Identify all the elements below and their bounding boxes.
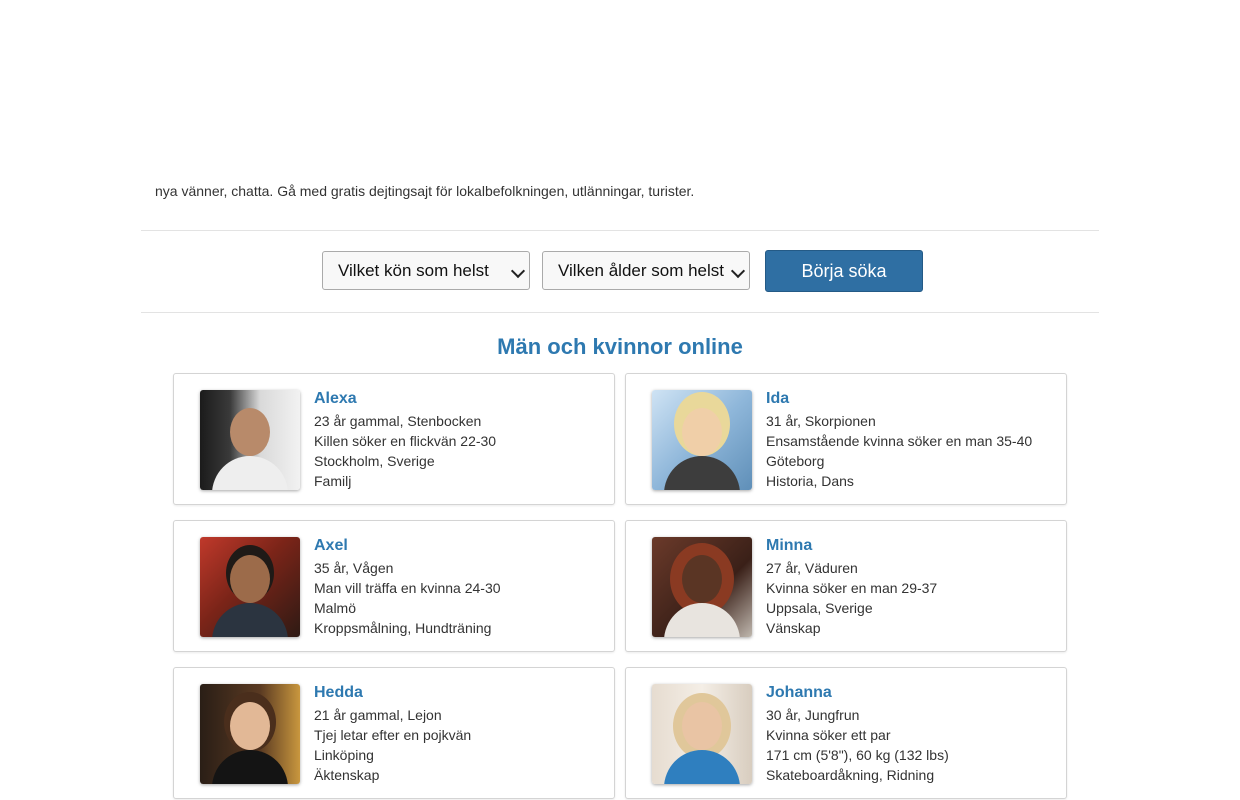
- age-select[interactable]: Vilken ålder som helst: [542, 251, 750, 290]
- profile-location: Stockholm, Sverige: [314, 453, 435, 469]
- profile-interests: Familj: [314, 473, 352, 489]
- chevron-down-icon: [730, 263, 746, 279]
- profile-card[interactable]: Ida 31 år, Skorpionen Ensamstående kvinn…: [625, 373, 1067, 505]
- gender-select[interactable]: Vilket kön som helst: [322, 251, 530, 290]
- profile-card[interactable]: Johanna 30 år, Jungfrun Kvinna söker ett…: [625, 667, 1067, 799]
- profile-location: Malmö: [314, 600, 357, 616]
- profile-name[interactable]: Ida: [766, 389, 1056, 409]
- profile-card[interactable]: Axel 35 år, Vågen Man vill träffa en kvi…: [173, 520, 615, 652]
- profile-location: Uppsala, Sverige: [766, 600, 873, 616]
- profile-photo[interactable]: [652, 684, 752, 784]
- start-search-button[interactable]: Börja söka: [765, 250, 923, 292]
- profile-location: 171 cm (5'8"), 60 kg (132 lbs): [766, 747, 949, 763]
- profile-photo[interactable]: [200, 537, 300, 637]
- profile-photo[interactable]: [652, 537, 752, 637]
- profile-photo[interactable]: [652, 390, 752, 490]
- chevron-down-icon: [510, 263, 526, 279]
- profile-age-sign: 31 år, Skorpionen: [766, 413, 876, 429]
- profile-location: Linköping: [314, 747, 374, 763]
- profile-card[interactable]: Minna 27 år, Väduren Kvinna söker en man…: [625, 520, 1067, 652]
- profile-photo[interactable]: [200, 684, 300, 784]
- gender-select-value: Vilket kön som helst: [338, 261, 489, 280]
- profile-interests: Historia, Dans: [766, 473, 854, 489]
- divider-bottom: [141, 312, 1099, 313]
- profile-seeking: Kvinna söker ett par: [766, 727, 891, 743]
- profile-interests: Skateboardåkning, Ridning: [766, 767, 935, 783]
- profile-seeking: Ensamstående kvinna söker en man 35-40: [766, 433, 1033, 449]
- age-select-value: Vilken ålder som helst: [558, 261, 724, 280]
- profile-location: Göteborg: [766, 453, 825, 469]
- search-bar: Vilket kön som helst Vilken ålder som he…: [141, 231, 1099, 312]
- profile-interests: Kroppsmålning, Hundträning: [314, 620, 492, 636]
- profile-card[interactable]: Alexa 23 år gammal, Stenbocken Killen sö…: [173, 373, 615, 505]
- intro-text: nya vänner, chatta. Gå med gratis dejtin…: [155, 184, 695, 199]
- profile-name[interactable]: Alexa: [314, 389, 604, 409]
- section-title: Män och kvinnor online: [497, 334, 743, 359]
- profile-age-sign: 30 år, Jungfrun: [766, 707, 860, 723]
- profile-age-sign: 35 år, Vågen: [314, 560, 394, 576]
- profile-seeking: Kvinna söker en man 29-37: [766, 580, 938, 596]
- profile-card[interactable]: Hedda 21 år gammal, Lejon Tjej letar eft…: [173, 667, 615, 799]
- profile-seeking: Man vill träffa en kvinna 24-30: [314, 580, 501, 596]
- profile-age-sign: 23 år gammal, Stenbocken: [314, 413, 482, 429]
- profile-interests: Äktenskap: [314, 767, 380, 783]
- profile-age-sign: 27 år, Väduren: [766, 560, 858, 576]
- profile-photo[interactable]: [200, 390, 300, 490]
- profile-name[interactable]: Axel: [314, 536, 604, 556]
- profile-name[interactable]: Minna: [766, 536, 1056, 556]
- profile-seeking: Killen söker en flickvän 22-30: [314, 433, 497, 449]
- profile-age-sign: 21 år gammal, Lejon: [314, 707, 442, 723]
- profile-name[interactable]: Hedda: [314, 683, 604, 703]
- profile-interests: Vänskap: [766, 620, 821, 636]
- profile-seeking: Tjej letar efter en pojkvän: [314, 727, 472, 743]
- profile-name[interactable]: Johanna: [766, 683, 1056, 703]
